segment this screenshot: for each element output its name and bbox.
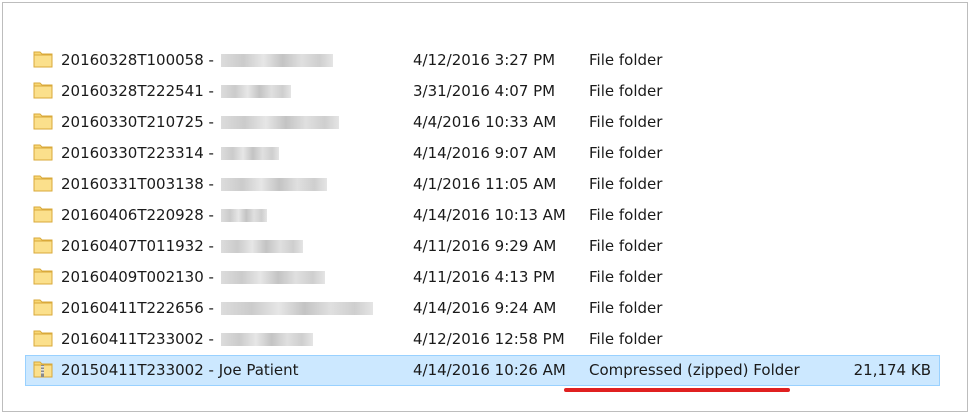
- file-size: 21,174 KB: [853, 361, 931, 379]
- folder-icon: [33, 237, 53, 254]
- file-date-modified: 4/11/2016 4:13 PM: [413, 268, 556, 286]
- file-explorer-window: 20160328T100058 - 4/12/2016 3:27 PM File…: [2, 2, 968, 412]
- file-type: Compressed (zipped) Folder: [589, 361, 800, 379]
- file-name: 20160411T222656 -: [61, 299, 214, 317]
- file-row[interactable]: 20160409T002130 - 4/11/2016 4:13 PM File…: [25, 262, 940, 293]
- file-type: File folder: [589, 144, 663, 162]
- file-row[interactable]: 20160411T222656 - 4/14/2016 9:24 AM File…: [25, 293, 940, 324]
- file-name: 20160406T220928 -: [61, 206, 214, 224]
- file-type: File folder: [589, 206, 663, 224]
- folder-icon: [33, 51, 53, 68]
- file-type: File folder: [589, 268, 663, 286]
- file-name: 20160331T003138 -: [61, 175, 214, 193]
- folder-icon: [33, 82, 53, 99]
- folder-icon: [33, 113, 53, 130]
- file-date-modified: 4/11/2016 9:29 AM: [413, 237, 557, 255]
- file-type: File folder: [589, 299, 663, 317]
- redacted-name: [221, 178, 327, 191]
- file-type: File folder: [589, 113, 663, 131]
- file-row[interactable]: 20160328T100058 - 4/12/2016 3:27 PM File…: [25, 45, 940, 76]
- zip-folder-icon: [33, 361, 53, 378]
- redacted-name: [221, 302, 373, 315]
- file-row[interactable]: 20160330T210725 - 4/4/2016 10:33 AM File…: [25, 107, 940, 138]
- file-date-modified: 4/14/2016 10:13 AM: [413, 206, 566, 224]
- folder-icon: [33, 330, 53, 347]
- folder-icon: [33, 144, 53, 161]
- file-type: File folder: [589, 330, 663, 348]
- redacted-name: [221, 85, 291, 98]
- file-name: 20160411T233002 -: [61, 330, 214, 348]
- redacted-name: [221, 209, 267, 222]
- file-date-modified: 4/1/2016 11:05 AM: [413, 175, 557, 193]
- file-row[interactable]: 20160411T233002 - 4/12/2016 12:58 PM Fil…: [25, 324, 940, 355]
- redacted-name: [221, 240, 303, 253]
- file-type: File folder: [589, 82, 663, 100]
- file-name: 20150411T233002 - Joe Patient: [61, 361, 299, 379]
- file-date-modified: 4/4/2016 10:33 AM: [413, 113, 557, 131]
- file-type: File folder: [589, 175, 663, 193]
- file-list: 20160328T100058 - 4/12/2016 3:27 PM File…: [25, 45, 940, 386]
- file-type: File folder: [589, 51, 663, 69]
- file-row[interactable]: 20160407T011932 - 4/11/2016 9:29 AM File…: [25, 231, 940, 262]
- file-row[interactable]: 20160406T220928 - 4/14/2016 10:13 AM Fil…: [25, 200, 940, 231]
- file-date-modified: 4/14/2016 9:07 AM: [413, 144, 557, 162]
- file-name: 20160330T210725 -: [61, 113, 214, 131]
- folder-icon: [33, 299, 53, 316]
- file-name: 20160409T002130 -: [61, 268, 214, 286]
- file-name: 20160328T222541 -: [61, 82, 214, 100]
- redacted-name: [221, 116, 339, 129]
- file-date-modified: 3/31/2016 4:07 PM: [413, 82, 556, 100]
- folder-icon: [33, 206, 53, 223]
- file-name: 20160330T223314 -: [61, 144, 214, 162]
- file-date-modified: 4/14/2016 10:26 AM: [413, 361, 566, 379]
- file-row[interactable]: 20160328T222541 - 3/31/2016 4:07 PM File…: [25, 76, 940, 107]
- folder-icon: [33, 175, 53, 192]
- folder-icon: [33, 268, 53, 285]
- red-underline-annotation: [564, 388, 790, 392]
- file-name: 20160407T011932 -: [61, 237, 214, 255]
- redacted-name: [221, 147, 279, 160]
- file-row-selected[interactable]: 20150411T233002 - Joe Patient 4/14/2016 …: [25, 355, 940, 386]
- file-row[interactable]: 20160330T223314 - 4/14/2016 9:07 AM File…: [25, 138, 940, 169]
- redacted-name: [221, 333, 313, 346]
- file-date-modified: 4/12/2016 3:27 PM: [413, 51, 556, 69]
- file-type: File folder: [589, 237, 663, 255]
- redacted-name: [221, 54, 333, 67]
- file-row[interactable]: 20160331T003138 - 4/1/2016 11:05 AM File…: [25, 169, 940, 200]
- redacted-name: [221, 271, 325, 284]
- file-date-modified: 4/14/2016 9:24 AM: [413, 299, 557, 317]
- file-name: 20160328T100058 -: [61, 51, 214, 69]
- file-date-modified: 4/12/2016 12:58 PM: [413, 330, 565, 348]
